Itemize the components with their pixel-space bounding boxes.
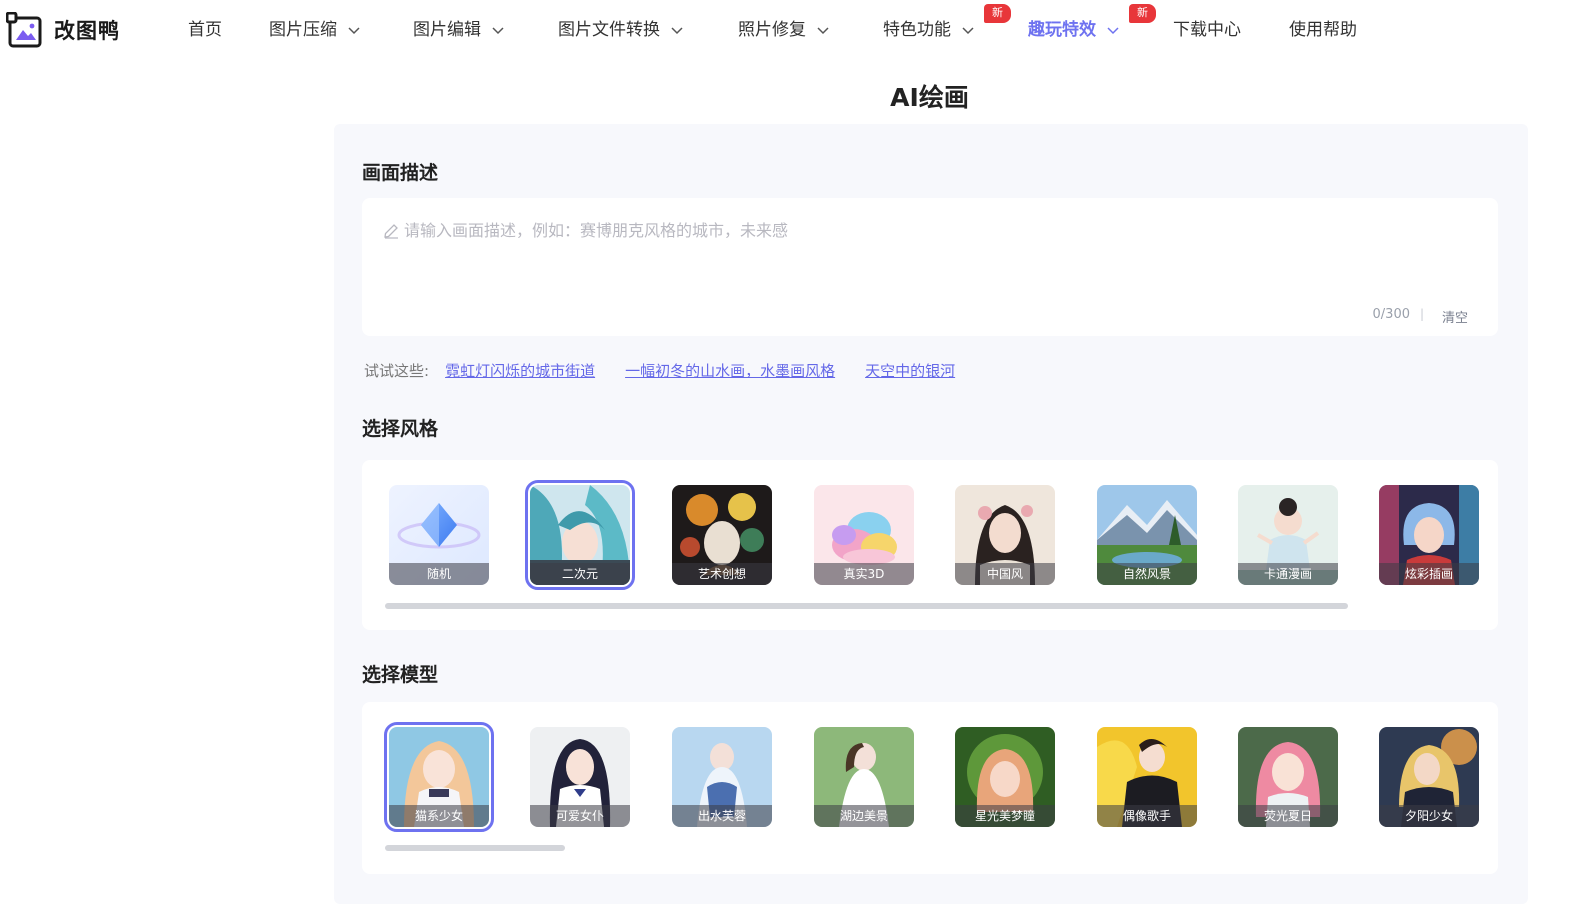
nav-label: 特色功能 [883, 20, 951, 40]
brand-name: 改图鸭 [54, 19, 120, 43]
thumb-label: 荧光夏日 [1238, 805, 1338, 827]
thumb-label: 中国风 [955, 563, 1055, 585]
model-scrollbar[interactable] [385, 845, 565, 851]
suggestion-link[interactable]: 天空中的银河 [865, 360, 955, 381]
nav-label: 下载中心 [1173, 20, 1241, 40]
pencil-icon [384, 224, 398, 239]
model-selector: 猫系少女 可爱女仆 出水芙蓉 湖边美景 星光美梦瞳 偶像歌手 荧光夏日 夕阳少女 [362, 702, 1498, 874]
thumb-label: 艺术创想 [672, 563, 772, 585]
model-option-fluorescent-summer[interactable]: 荧光夏日 [1238, 727, 1338, 827]
thumb-label: 真实3D [814, 563, 914, 585]
char-counter: 0/300 [1372, 307, 1410, 322]
nav-download-center[interactable]: 下载中心 [1173, 0, 1241, 60]
thumb-label: 卡通漫画 [1238, 563, 1338, 585]
nav-label: 首页 [188, 20, 222, 40]
thumb-label: 夕阳少女 [1379, 805, 1479, 827]
nav-photo-repair[interactable]: 照片修复 [738, 0, 830, 60]
style-section-title: 选择风格 [362, 418, 439, 440]
divider: | [1419, 307, 1424, 321]
new-badge: 新 [984, 4, 1011, 23]
thumb-label: 星光美梦瞳 [955, 805, 1055, 827]
new-badge: 新 [1129, 4, 1156, 23]
nav-label: 使用帮助 [1289, 20, 1357, 40]
model-option-starlight-eyes[interactable]: 星光美梦瞳 [955, 727, 1055, 827]
thumb-label: 湖边美景 [814, 805, 914, 827]
thumb-label: 偶像歌手 [1097, 805, 1197, 827]
nav-featured[interactable]: 特色功能 [883, 0, 975, 60]
description-section-title: 画面描述 [362, 162, 439, 184]
top-navbar: 改图鸭 首页 图片压缩 图片编辑 图片文件转换 照片修复 特色功能 新 趣玩特效… [0, 0, 1573, 62]
logo-duck-icon [6, 12, 42, 48]
nav-label: 照片修复 [738, 20, 806, 40]
thumb-label: 出水芙蓉 [672, 805, 772, 827]
clear-button[interactable]: 清空 [1442, 307, 1468, 326]
nav-label: 图片编辑 [413, 20, 481, 40]
thumb-label: 可爱女仆 [530, 805, 630, 827]
nav-help[interactable]: 使用帮助 [1289, 0, 1357, 60]
nav-label: 趣玩特效 [1028, 20, 1096, 40]
suggestions-label: 试试这些: [364, 362, 430, 380]
chevron-down-icon [817, 27, 829, 35]
style-option-colorful[interactable]: 炫彩插画 [1379, 485, 1479, 585]
model-option-idol-singer[interactable]: 偶像歌手 [1097, 727, 1197, 827]
chevron-down-icon [492, 27, 504, 35]
thumb-label: 二次元 [530, 563, 630, 585]
suggestion-link[interactable]: 一幅初冬的山水画，水墨画风格 [625, 360, 835, 381]
thumb-label: 自然风景 [1097, 563, 1197, 585]
model-option-maid[interactable]: 可爱女仆 [530, 727, 630, 827]
style-option-art-creative[interactable]: 艺术创想 [672, 485, 772, 585]
style-scrollbar[interactable] [385, 603, 1348, 609]
style-option-random[interactable]: 随机 [389, 485, 489, 585]
nav-file-convert[interactable]: 图片文件转换 [558, 0, 684, 60]
chevron-down-icon [671, 27, 683, 35]
nav-label: 图片压缩 [269, 20, 337, 40]
chevron-down-icon [962, 27, 974, 35]
style-option-cartoon[interactable]: 卡通漫画 [1238, 485, 1338, 585]
model-option-sunset-girl[interactable]: 夕阳少女 [1379, 727, 1479, 827]
model-option-lakeside[interactable]: 湖边美景 [814, 727, 914, 827]
model-section-title: 选择模型 [362, 664, 439, 686]
thumb-label: 随机 [389, 563, 489, 585]
brand-logo[interactable]: 改图鸭 [6, 12, 120, 48]
description-box: 0/300 | 清空 [362, 198, 1498, 336]
model-option-water-lotus[interactable]: 出水芙蓉 [672, 727, 772, 827]
nav-fun-effects[interactable]: 趣玩特效 [1028, 0, 1120, 60]
thumb-label: 猫系少女 [389, 805, 489, 827]
nav-image-compress[interactable]: 图片压缩 [269, 0, 361, 60]
suggestions-row: 试试这些: 霓虹灯闪烁的城市街道 一幅初冬的山水画，水墨画风格 天空中的银河 [364, 360, 985, 381]
style-option-chinese[interactable]: 中国风 [955, 485, 1055, 585]
style-selector: 随机 二次元 艺术创想 真实3D 中国风 自然风景 卡通漫画 炫彩插画 [362, 460, 1498, 630]
thumb-label: 炫彩插画 [1379, 563, 1479, 585]
description-input[interactable] [404, 218, 1464, 242]
nav-home[interactable]: 首页 [188, 0, 222, 60]
style-option-real-3d[interactable]: 真实3D [814, 485, 914, 585]
nav-image-edit[interactable]: 图片编辑 [413, 0, 505, 60]
model-option-cat-girl[interactable]: 猫系少女 [384, 722, 494, 832]
style-option-nature[interactable]: 自然风景 [1097, 485, 1197, 585]
suggestion-link[interactable]: 霓虹灯闪烁的城市街道 [445, 360, 595, 381]
page-title: AI绘画 [890, 83, 969, 112]
nav-label: 图片文件转换 [558, 20, 660, 40]
chevron-down-icon [1107, 27, 1119, 35]
chevron-down-icon [348, 27, 360, 35]
style-option-anime[interactable]: 二次元 [525, 480, 635, 590]
